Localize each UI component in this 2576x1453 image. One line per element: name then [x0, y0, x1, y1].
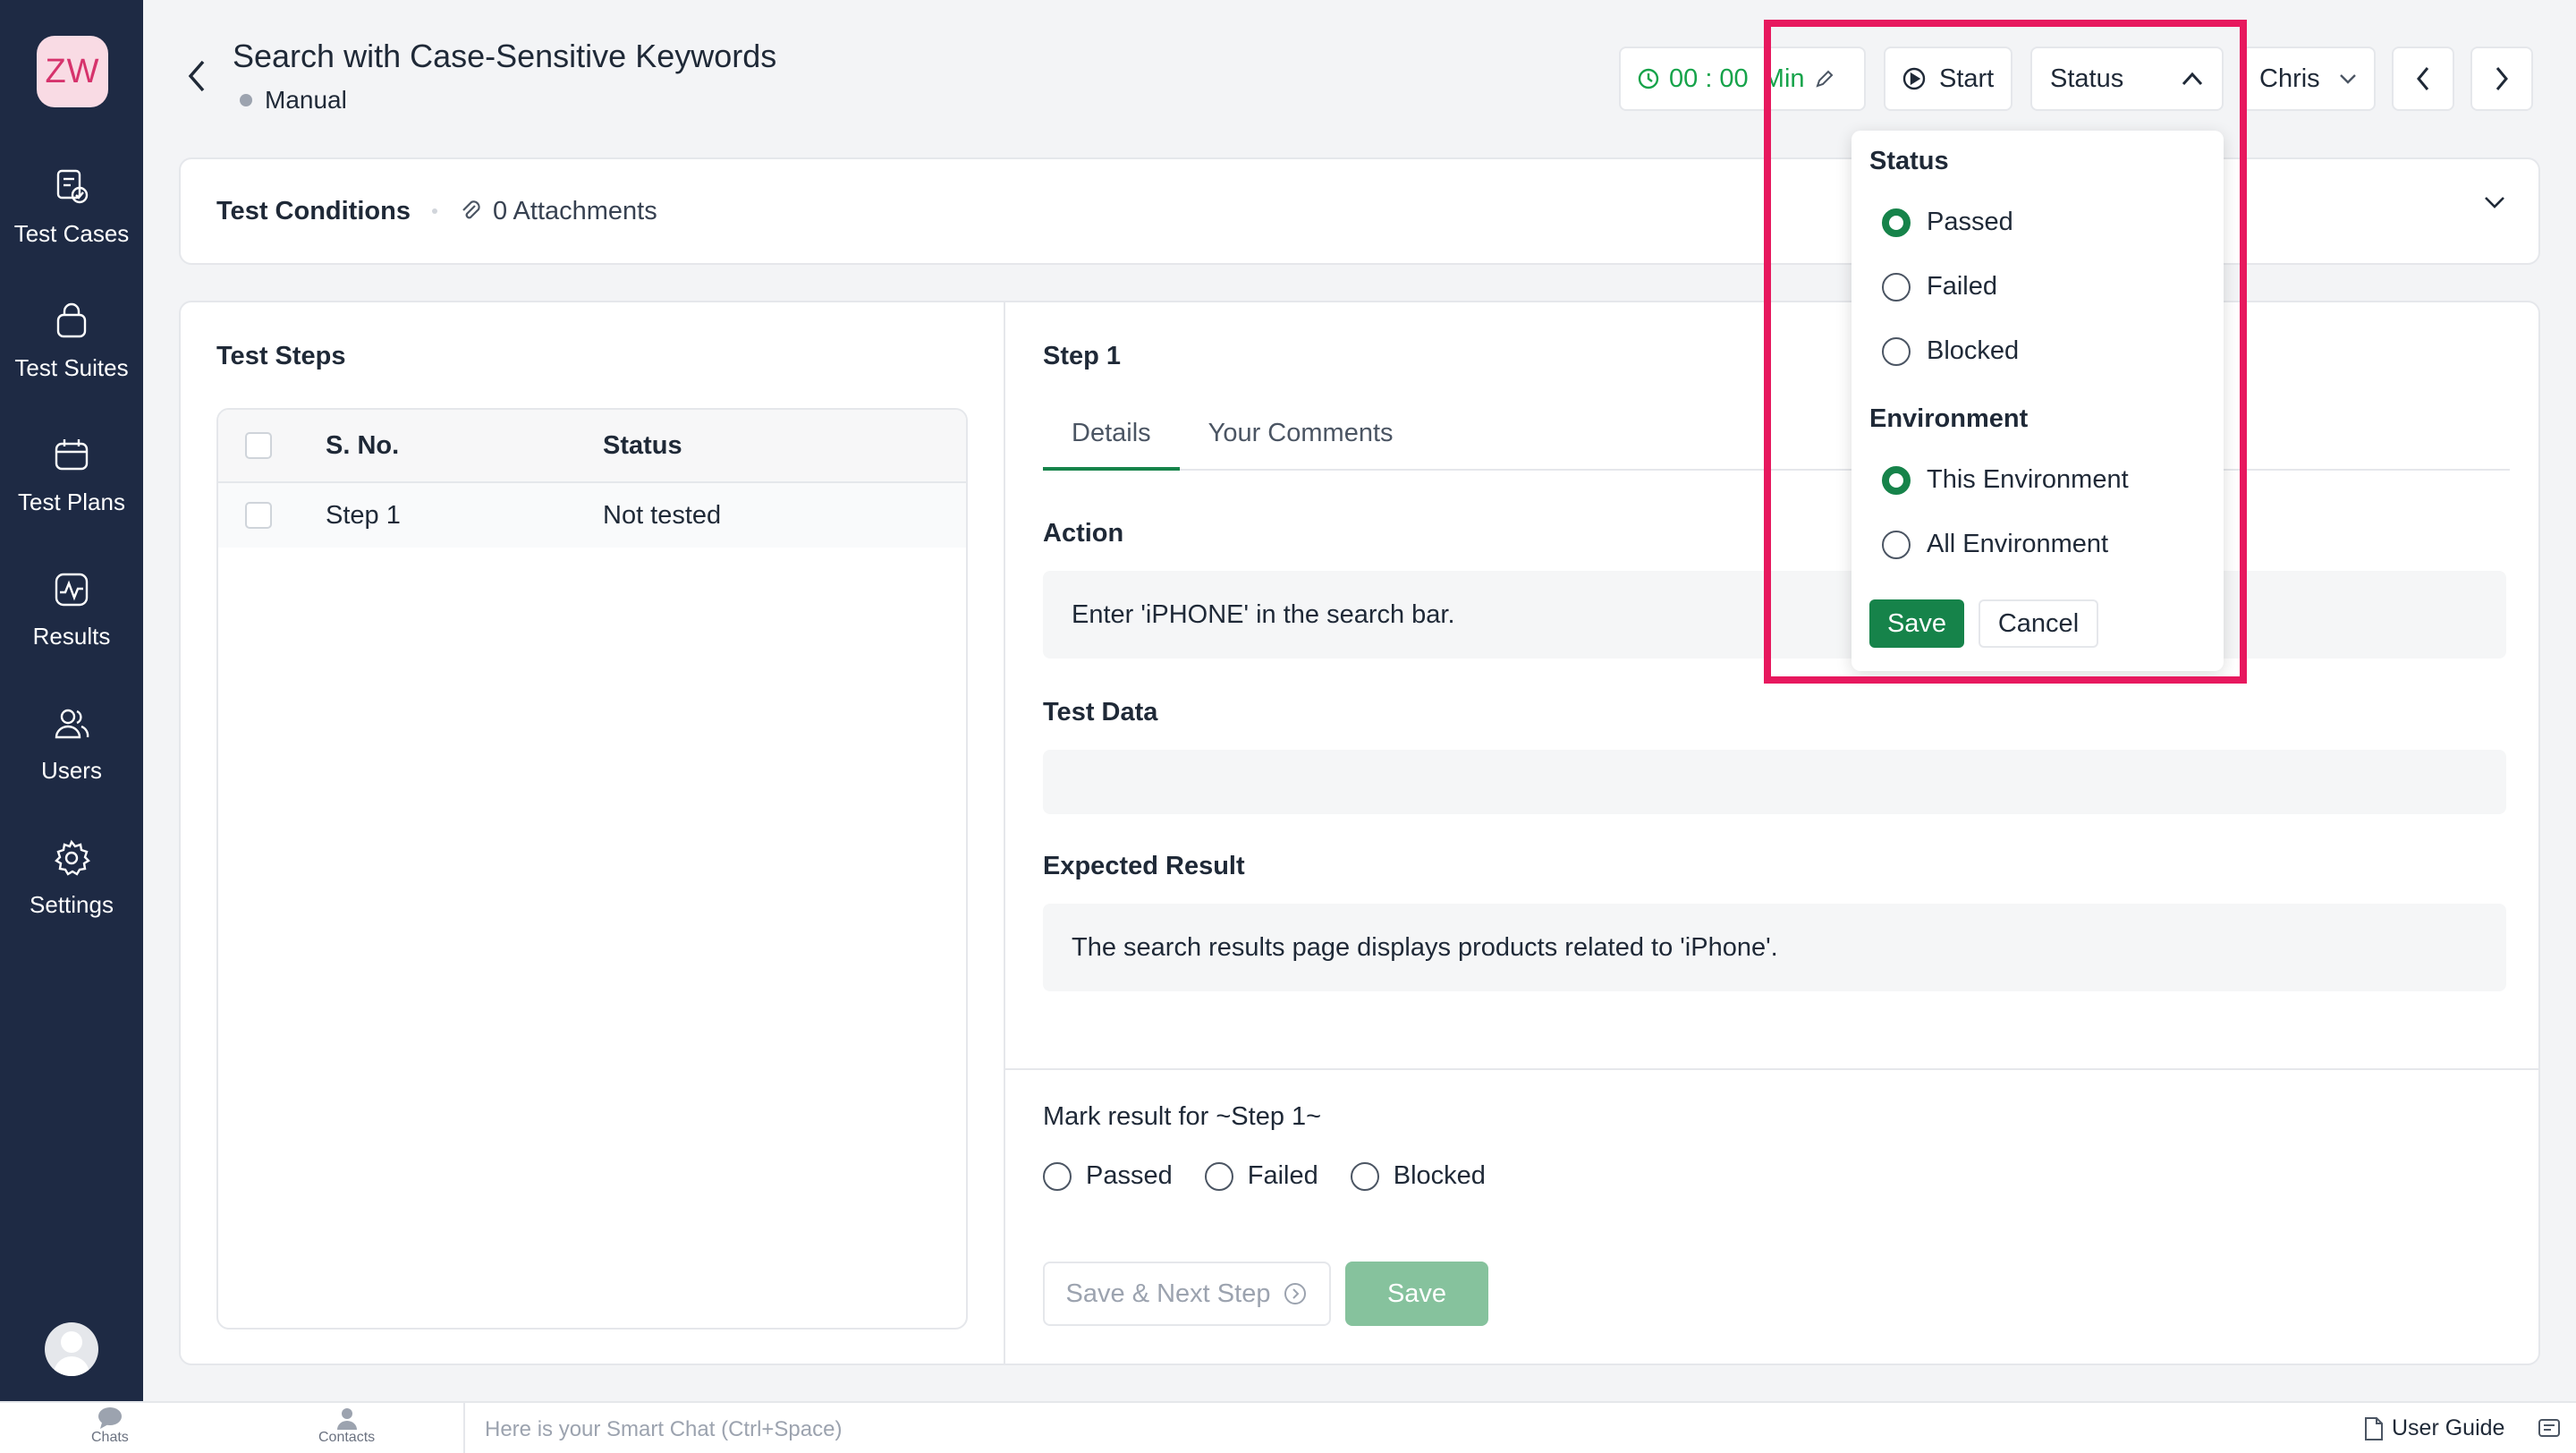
attachments-label: 0 Attachments [492, 196, 657, 225]
radio-label: Blocked [1393, 1161, 1486, 1190]
users-icon [55, 709, 89, 739]
save-next-step-button[interactable]: Save & Next Step [1043, 1262, 1331, 1326]
save-next-label: Save & Next Step [1065, 1279, 1271, 1308]
step-title: Step 1 [1043, 342, 1122, 370]
table-row[interactable]: Step 1 Not tested [218, 483, 966, 548]
expected-result-value: The search results page displays product… [1043, 904, 2506, 991]
radio-label: Failed [1247, 1161, 1318, 1190]
separator-dot [431, 208, 437, 214]
contacts-button[interactable]: Contacts [318, 1406, 375, 1446]
sidebar-item-users[interactable]: Users [0, 703, 143, 820]
back-button[interactable] [179, 54, 215, 98]
test-conditions-label: Test Conditions [216, 196, 411, 225]
tab-your-comments[interactable]: Your Comments [1180, 413, 1422, 471]
sidebar-item-label: Test Plans [18, 489, 125, 515]
sidebar-item-label: Users [41, 757, 102, 784]
user-guide-link[interactable]: User Guide [2363, 1415, 2504, 1441]
clock-icon [1638, 68, 1659, 89]
section-divider [1005, 1068, 2540, 1070]
row-checkbox[interactable] [245, 502, 272, 529]
radio-label: Passed [1086, 1161, 1173, 1190]
table-header: S. No. Status [218, 410, 966, 483]
mark-failed-radio[interactable]: Failed [1204, 1161, 1318, 1191]
assignee-dropdown[interactable]: Chris [2241, 47, 2376, 111]
action-label: Action [1043, 519, 1124, 548]
bottom-bar: Chats Contacts Here is your Smart Chat (… [0, 1401, 2576, 1453]
chevron-down-icon[interactable] [2483, 195, 2506, 211]
sidebar-item-label: Results [32, 623, 111, 650]
chats-label: Chats [91, 1430, 129, 1445]
sidebar-item-label: Settings [30, 891, 114, 918]
mark-result-options: Passed Failed Blocked [1043, 1161, 1486, 1191]
feedback-icon [2538, 1419, 2560, 1437]
smart-chat-input[interactable]: Here is your Smart Chat (Ctrl+Space) [485, 1417, 842, 1442]
page-title: Search with Case-Sensitive Keywords [233, 38, 777, 74]
expected-result-label: Expected Result [1043, 852, 1245, 880]
results-icon [55, 573, 89, 607]
test-type-label: Manual [265, 86, 347, 114]
test-cases-icon [56, 169, 89, 204]
step-status: Not tested [603, 500, 722, 530]
chats-button[interactable]: Chats [91, 1406, 129, 1446]
step-sno: Step 1 [326, 500, 401, 530]
paperclip-icon [462, 200, 480, 219]
test-steps-table: S. No. Status Step 1 Not tested [216, 408, 968, 1330]
column-header-status: Status [603, 430, 682, 460]
sidebar-item-settings[interactable]: Settings [0, 837, 143, 954]
test-steps-title: Test Steps [216, 342, 346, 370]
attachments-link[interactable]: 0 Attachments [459, 197, 657, 226]
radio-circle[interactable] [1043, 1161, 1072, 1191]
sidebar-item-label: Test Cases [13, 220, 130, 247]
chevron-down-icon [2340, 74, 2356, 84]
mark-blocked-radio[interactable]: Blocked [1350, 1161, 1486, 1191]
highlight-box [1764, 20, 2247, 684]
bottom-separator [463, 1403, 465, 1453]
type-dot [240, 94, 252, 106]
sidebar-item-results[interactable]: Results [0, 569, 143, 685]
test-suites-icon [56, 302, 87, 338]
contacts-label: Contacts [318, 1430, 376, 1445]
test-data-value [1043, 750, 2506, 814]
arrow-right-circle-icon [1284, 1283, 1307, 1304]
previous-button[interactable] [2392, 47, 2454, 111]
sidebar-item-label: Test Suites [14, 354, 129, 381]
chevron-left-icon [188, 60, 205, 92]
tab-details[interactable]: Details [1043, 413, 1180, 471]
save-button[interactable]: Save [1345, 1262, 1488, 1326]
panel-divider [1004, 302, 1005, 1364]
assignee-label: Chris [2259, 64, 2320, 93]
mark-passed-radio[interactable]: Passed [1043, 1161, 1173, 1191]
chat-icon [97, 1407, 122, 1429]
feedback-button[interactable] [2537, 1415, 2562, 1445]
sidebar-item-test-plans[interactable]: Test Plans [0, 435, 143, 551]
column-header-sno: S. No. [326, 430, 400, 460]
settings-icon [55, 839, 90, 876]
document-icon [2365, 1416, 2383, 1440]
avatar[interactable] [45, 1322, 98, 1376]
chevron-right-icon [2496, 67, 2508, 90]
contact-icon [336, 1408, 357, 1430]
next-button[interactable] [2470, 47, 2533, 111]
radio-circle[interactable] [1204, 1161, 1233, 1191]
sidebar-item-test-cases[interactable]: Test Cases [0, 166, 143, 283]
select-all-checkbox[interactable] [245, 432, 272, 459]
app-logo[interactable]: ZW [37, 36, 108, 107]
sidebar-item-test-suites[interactable]: Test Suites [0, 301, 143, 417]
user-guide-label: User Guide [2392, 1415, 2505, 1440]
test-plans-icon [55, 439, 89, 471]
radio-circle[interactable] [1350, 1161, 1379, 1191]
test-type: Manual [240, 86, 347, 115]
chevron-left-icon [2417, 67, 2429, 90]
test-data-label: Test Data [1043, 698, 1158, 726]
mark-result-title: Mark result for ~Step 1~ [1043, 1102, 1322, 1131]
sidebar: ZW Test Cases Test Suites Test Plans Res… [0, 0, 143, 1401]
